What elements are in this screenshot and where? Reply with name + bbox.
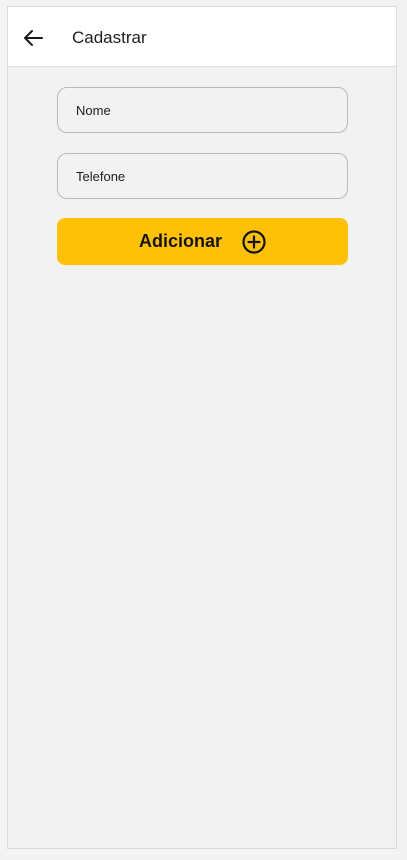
name-field[interactable] — [57, 87, 348, 133]
back-button[interactable] — [20, 25, 46, 51]
app-bar: Cadastrar — [8, 7, 396, 67]
plus-circle-icon — [242, 229, 266, 254]
arrow-left-icon — [24, 30, 43, 46]
page-title: Cadastrar — [72, 28, 147, 47]
phone-field[interactable] — [57, 153, 348, 199]
app-screen: Cadastrar Adicionar — [7, 6, 397, 849]
add-button[interactable]: Adicionar — [57, 218, 348, 265]
name-input[interactable] — [76, 88, 326, 132]
phone-input[interactable] — [76, 154, 326, 198]
add-button-label: Adicionar — [138, 231, 222, 251]
